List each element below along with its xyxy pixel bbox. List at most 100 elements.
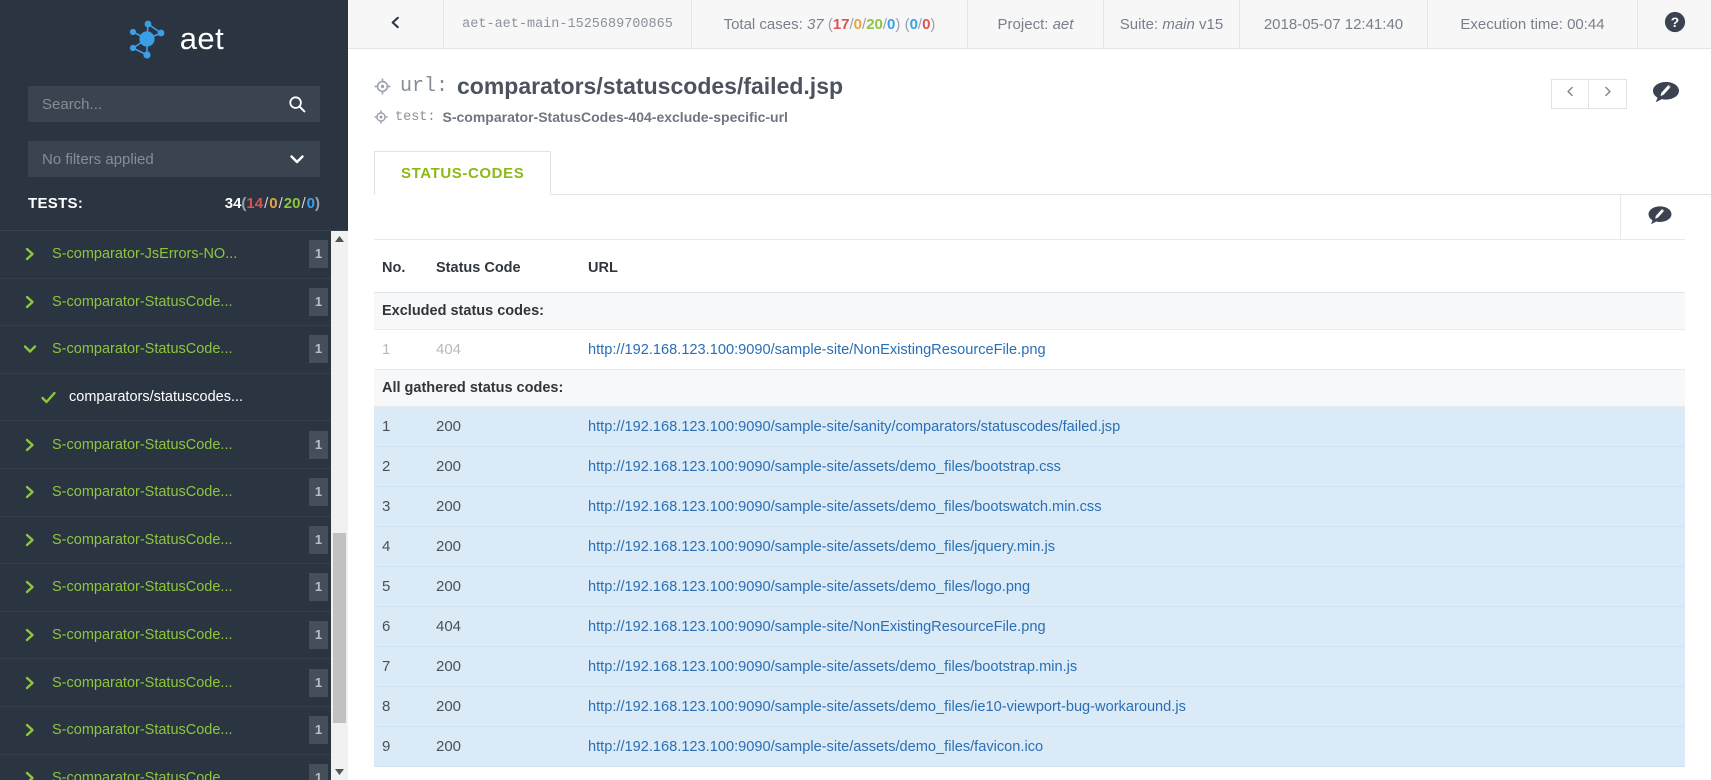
url-link[interactable]: http://192.168.123.100:9090/sample-site/… bbox=[588, 659, 1077, 675]
page-header-actions bbox=[1551, 73, 1711, 111]
table-row[interactable]: 4 200 http://192.168.123.100:9090/sample… bbox=[374, 526, 1685, 567]
test-list-item-3[interactable]: S-comparator-StatusCode... 1 bbox=[0, 421, 348, 469]
app-logo[interactable]: aet bbox=[0, 0, 348, 78]
url-link[interactable]: http://192.168.123.100:9090/sample-site/… bbox=[588, 699, 1186, 715]
table-row[interactable]: 1 404 http://192.168.123.100:9090/sample… bbox=[374, 329, 1685, 370]
chevron-right-icon[interactable] bbox=[22, 532, 38, 548]
cases-info: 0 bbox=[887, 15, 896, 33]
cell-no: 6 bbox=[374, 606, 436, 647]
chevron-right-icon[interactable] bbox=[22, 722, 38, 738]
page-title-value: comparators/statuscodes/failed.jsp bbox=[457, 73, 844, 99]
url-link[interactable]: http://192.168.123.100:9090/sample-site/… bbox=[588, 619, 1046, 635]
next-button[interactable] bbox=[1589, 79, 1627, 109]
project-info: Project: aet bbox=[968, 0, 1104, 48]
help-button[interactable]: ? bbox=[1638, 0, 1711, 48]
url-link[interactable]: http://192.168.123.100:9090/sample-site/… bbox=[588, 499, 1102, 515]
test-list-item-2-expanded[interactable]: S-comparator-StatusCode... 1 bbox=[0, 326, 348, 374]
url-link[interactable]: http://192.168.123.100:9090/sample-site/… bbox=[588, 539, 1055, 555]
cell-url: http://192.168.123.100:9090/sample-site/… bbox=[588, 526, 1685, 567]
cell-url: http://192.168.123.100:9090/sample-site/… bbox=[588, 486, 1685, 527]
url-link[interactable]: http://192.168.123.100:9090/sample-site/… bbox=[588, 342, 1046, 358]
search-input[interactable] bbox=[42, 95, 288, 113]
cell-no: 5 bbox=[374, 566, 436, 607]
test-list-item-label: S-comparator-StatusCode... bbox=[52, 436, 233, 453]
chevron-right-icon[interactable] bbox=[22, 627, 38, 643]
table-row[interactable]: 7 200 http://192.168.123.100:9090/sample… bbox=[374, 646, 1685, 687]
scrollbar-track-space[interactable] bbox=[331, 248, 348, 763]
tests-counts: 34(14/0/20/0) bbox=[225, 177, 320, 230]
molecule-network-icon bbox=[124, 16, 170, 62]
prev-button[interactable] bbox=[1551, 79, 1589, 109]
sep-2: / bbox=[278, 195, 283, 212]
comment-pencil-icon[interactable] bbox=[1645, 202, 1675, 232]
test-list-item-label: S-comparator-StatusCode... bbox=[52, 579, 233, 596]
url-link[interactable]: http://192.168.123.100:9090/sample-site/… bbox=[588, 419, 1120, 435]
scroll-up-arrow-icon[interactable] bbox=[331, 231, 348, 248]
cell-no: 1 bbox=[374, 329, 436, 370]
url-link[interactable]: http://192.168.123.100:9090/sample-site/… bbox=[588, 579, 1030, 595]
cell-status-code: 200 bbox=[436, 526, 588, 567]
chevron-right-icon[interactable] bbox=[22, 579, 38, 595]
cell-url: http://192.168.123.100:9090/sample-site/… bbox=[588, 406, 1685, 447]
section-title: Excluded status codes: bbox=[374, 292, 1685, 330]
panel-divider bbox=[1620, 195, 1621, 239]
url-link[interactable]: http://192.168.123.100:9090/sample-site/… bbox=[588, 459, 1061, 475]
test-list-item-label: S-comparator-StatusCode... bbox=[52, 293, 233, 310]
table-row[interactable]: 5 200 http://192.168.123.100:9090/sample… bbox=[374, 566, 1685, 607]
chevron-down-icon[interactable] bbox=[288, 150, 306, 168]
chevron-right-icon[interactable] bbox=[22, 246, 38, 262]
test-list-item-label: S-comparator-JsErrors-NO... bbox=[52, 246, 238, 263]
page-subtitle: test: S-comparator-StatusCodes-404-exclu… bbox=[374, 109, 1551, 125]
cell-no: 8 bbox=[374, 686, 436, 727]
table-row[interactable]: 3 200 http://192.168.123.100:9090/sample… bbox=[374, 486, 1685, 527]
comment-pencil-icon[interactable] bbox=[1649, 77, 1683, 111]
chevron-right-icon[interactable] bbox=[22, 770, 38, 780]
test-list-item-7[interactable]: S-comparator-StatusCode... 1 bbox=[0, 612, 348, 660]
test-list-item-6[interactable]: S-comparator-StatusCode... 1 bbox=[0, 564, 348, 612]
test-list-item-badge: 1 bbox=[309, 573, 328, 602]
search-box[interactable] bbox=[28, 86, 320, 122]
sidebar-scrollbar[interactable] bbox=[331, 231, 348, 780]
table-row[interactable]: 1 200 http://192.168.123.100:9090/sample… bbox=[374, 406, 1685, 447]
chevron-down-icon[interactable] bbox=[22, 341, 38, 357]
collapse-sidebar-button[interactable] bbox=[348, 0, 444, 48]
test-list-item-label: S-comparator-StatusCode... bbox=[52, 531, 233, 548]
app-logo-text: aet bbox=[179, 21, 225, 56]
test-list-subitem-selected[interactable]: comparators/statuscodes... bbox=[0, 374, 348, 422]
test-list-item-9[interactable]: S-comparator-StatusCode... 1 bbox=[0, 707, 348, 755]
table-row[interactable]: 2 200 http://192.168.123.100:9090/sample… bbox=[374, 446, 1685, 487]
suite-info: Suite: main v15 bbox=[1104, 0, 1240, 48]
chevron-right-icon[interactable] bbox=[22, 437, 38, 453]
filter-dropdown[interactable]: No filters applied bbox=[28, 141, 320, 177]
cell-status-code: 200 bbox=[436, 646, 588, 687]
url-link[interactable]: http://192.168.123.100:9090/sample-site/… bbox=[588, 739, 1043, 755]
scroll-down-arrow-icon[interactable] bbox=[331, 763, 348, 780]
test-list-item-1[interactable]: S-comparator-StatusCode... 1 bbox=[0, 279, 348, 327]
suite-label: Suite: bbox=[1119, 15, 1159, 33]
test-list-item-8[interactable]: S-comparator-StatusCode... 1 bbox=[0, 659, 348, 707]
cases-passed: 20 bbox=[866, 15, 883, 33]
search-icon[interactable] bbox=[288, 95, 306, 113]
panel-toolbar bbox=[374, 195, 1685, 240]
chevron-right-icon[interactable] bbox=[22, 484, 38, 500]
chevron-right-icon[interactable] bbox=[22, 294, 38, 310]
tab-status-codes[interactable]: STATUS-CODES bbox=[374, 151, 552, 195]
table-row[interactable]: 8 200 http://192.168.123.100:9090/sample… bbox=[374, 686, 1685, 727]
help-circle-icon: ? bbox=[1664, 11, 1686, 37]
test-list-item-10[interactable]: S-comparator-StatusCode... 1 bbox=[0, 755, 348, 780]
test-list-item-0[interactable]: S-comparator-JsErrors-NO... 1 bbox=[0, 231, 348, 279]
test-list-item-badge: 1 bbox=[309, 763, 328, 780]
test-list-item-5[interactable]: S-comparator-StatusCode... 1 bbox=[0, 517, 348, 565]
paren-close-2: ) bbox=[930, 15, 936, 33]
prev-next-nav bbox=[1551, 79, 1627, 109]
cell-url: http://192.168.123.100:9090/sample-site/… bbox=[588, 606, 1685, 647]
chevron-left-icon bbox=[388, 15, 403, 34]
tab-bar: STATUS-CODES bbox=[374, 151, 1711, 195]
table-row[interactable]: 9 200 http://192.168.123.100:9090/sample… bbox=[374, 726, 1685, 767]
sep-3: / bbox=[301, 195, 306, 212]
page-header-left: url: comparators/statuscodes/failed.jsp bbox=[348, 73, 1551, 125]
chevron-right-icon[interactable] bbox=[22, 675, 38, 691]
table-row[interactable]: 6 404 http://192.168.123.100:9090/sample… bbox=[374, 606, 1685, 647]
test-list-item-4[interactable]: S-comparator-StatusCode... 1 bbox=[0, 469, 348, 517]
scrollbar-thumb[interactable] bbox=[333, 533, 346, 723]
